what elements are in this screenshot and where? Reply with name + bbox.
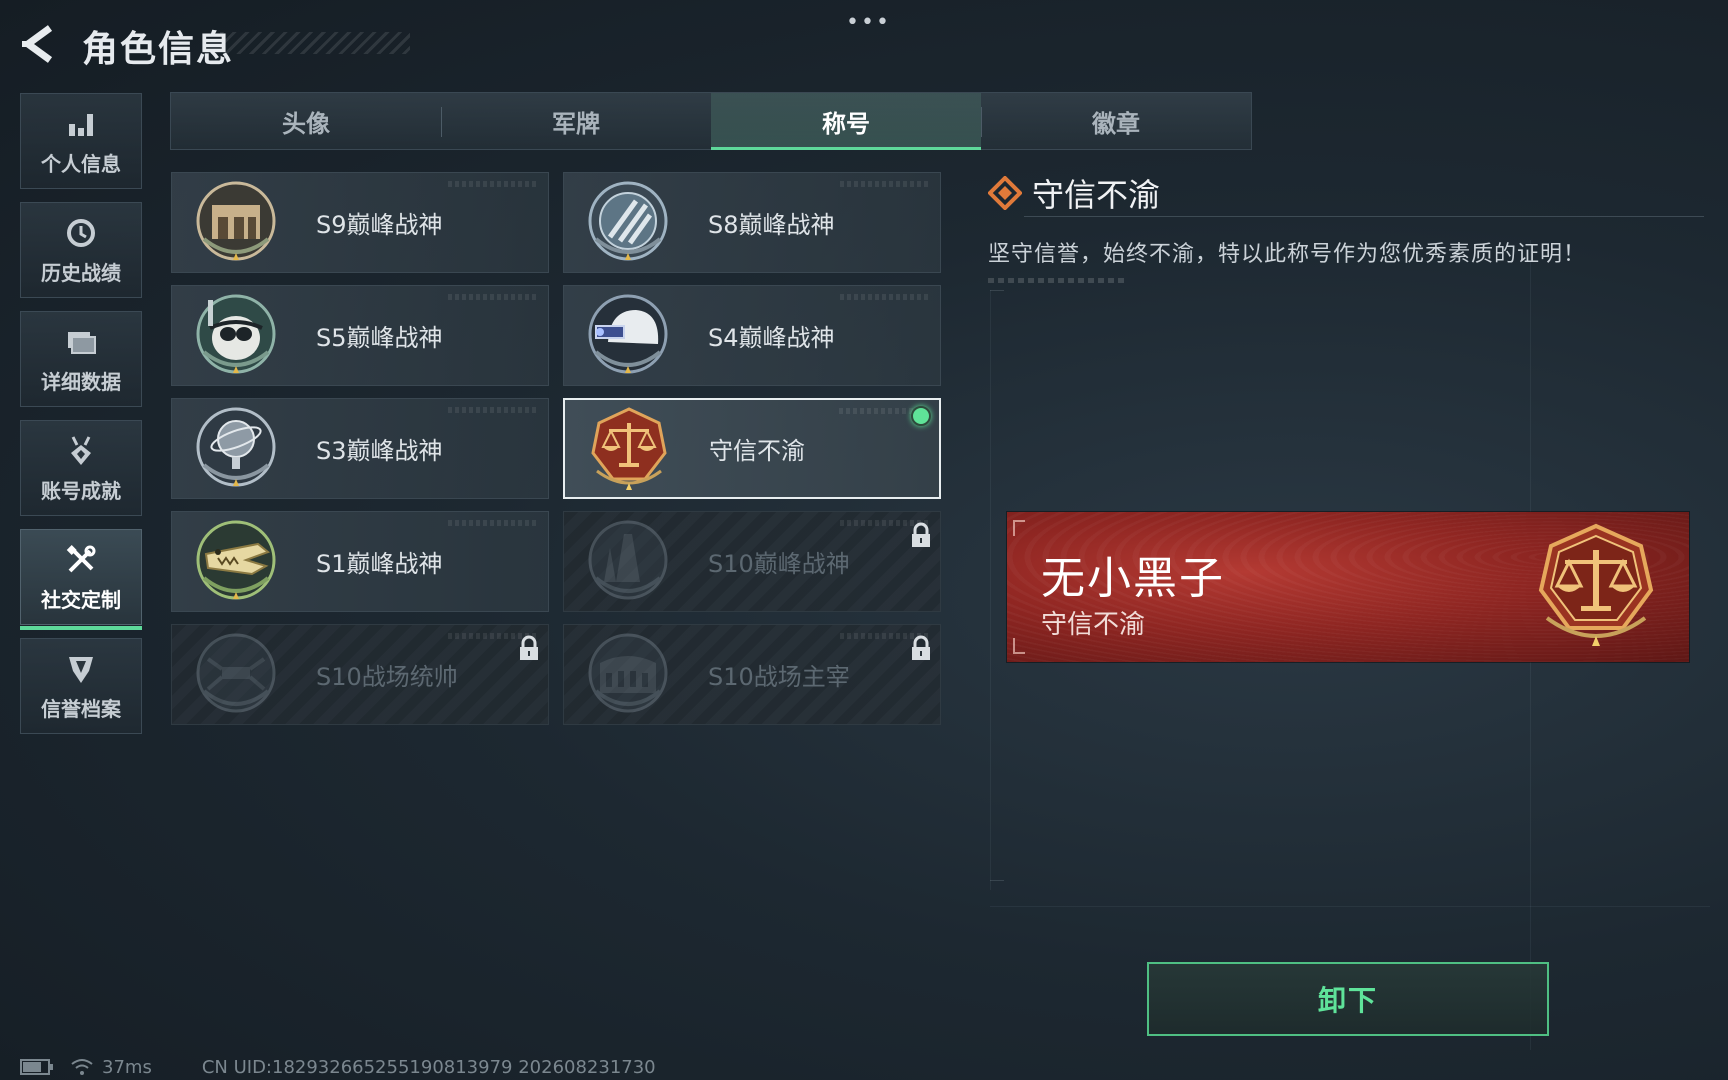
sidebar-item-label: 信誉档案	[41, 696, 121, 721]
ellipsis-icon[interactable]: •••	[846, 10, 891, 35]
wifi-icon	[71, 1059, 93, 1075]
sidebar-item-credit-record[interactable]: 信誉档案	[20, 638, 142, 734]
sidebar-item-detailed-data[interactable]: 详细数据	[20, 311, 142, 407]
diver-skull-emblem-icon	[196, 294, 276, 373]
tower-emblem-icon	[588, 520, 668, 599]
tab-badge[interactable]: 徽章	[981, 93, 1251, 149]
folder-icon	[68, 331, 96, 354]
uid-text: CN UID:1829326652551908139​79 2026082317…	[201, 1056, 656, 1078]
nameplate-preview: 无小黑子 守信不渝	[1007, 512, 1689, 662]
diamond-icon	[988, 176, 1022, 210]
crocodile-emblem-icon	[196, 520, 276, 599]
title-detail-panel: 守信不渝 坚守信誉，始终不渝，特以此称号作为您优秀素质的证明！	[988, 170, 1708, 283]
title-card-locked[interactable]: S10战场主宰	[563, 624, 941, 725]
detail-divider	[1024, 216, 1704, 217]
title-card[interactable]: S8巅峰战神	[563, 172, 941, 273]
medal-icon	[71, 435, 91, 465]
detail-decoration	[988, 278, 1128, 283]
detail-title: 守信不渝	[1032, 176, 1161, 214]
clock-icon	[67, 218, 95, 247]
title-card-locked[interactable]: S10战场统帅	[171, 624, 549, 725]
tab-dogtag[interactable]: 军牌	[441, 93, 711, 149]
title-card-label: S10巅峰战神	[708, 550, 850, 578]
sidebar-item-achievements[interactable]: 账号成就	[20, 420, 142, 516]
page-title: 角色信息	[82, 29, 235, 70]
title-card-label: S5巅峰战神	[316, 324, 443, 352]
back-button[interactable]	[18, 22, 58, 66]
colosseum-emblem-icon	[588, 633, 668, 712]
top-bar: 角色信息 •••	[0, 0, 1728, 90]
sidebar: 个人信息 历史战绩 详细数据 账号成就 社交定制 信誉档案	[20, 93, 144, 747]
title-card[interactable]: S4巅峰战神	[563, 285, 941, 386]
title-card-label: S10战场统帅	[316, 663, 458, 691]
globe-emblem-icon	[196, 407, 276, 486]
title-card-label: S4巅峰战神	[708, 324, 835, 352]
title-card-label: S9巅峰战神	[316, 211, 443, 239]
sidebar-item-personal-info[interactable]: 个人信息	[20, 93, 142, 189]
title-card-locked[interactable]: S10巅峰战神	[563, 511, 941, 612]
bg-line	[990, 290, 991, 890]
title-decoration	[220, 32, 410, 54]
drone-emblem-icon	[196, 633, 276, 712]
status-footer: 37ms CN UID:1829326652551908139​79 20260…	[20, 1056, 656, 1078]
nameplate-corner	[1013, 638, 1025, 654]
shield-icon	[69, 656, 93, 683]
title-card-label: S8巅峰战神	[708, 211, 835, 239]
bg-line	[990, 906, 1710, 907]
battery-icon	[20, 1059, 53, 1075]
lock-icon	[912, 522, 930, 547]
tab-avatar[interactable]: 头像	[171, 93, 441, 149]
title-card-label: S10战场主宰	[708, 663, 850, 691]
game-screen: 角色信息 ••• 个人信息 历史战绩 详细数据 账号成就 社交定制 信誉档案 头…	[0, 0, 1728, 1080]
back-arrow-icon	[22, 25, 53, 63]
tab-title[interactable]: 称号	[711, 93, 981, 150]
scales-emblem-icon	[1538, 523, 1654, 646]
bar-chart-icon	[69, 113, 93, 136]
sidebar-item-social-customization[interactable]: 社交定制	[20, 529, 142, 630]
title-grid: S9巅峰战神 S8巅峰战神 S5巅峰战神 S4巅峰战神 S3巅峰战神 守信不渝 …	[171, 172, 941, 725]
title-card-label: 守信不渝	[709, 437, 805, 465]
title-card-selected[interactable]: 守信不渝	[563, 398, 941, 499]
detail-description: 坚守信誉，始终不渝，特以此称号作为您优秀素质的证明！	[988, 242, 1587, 267]
lock-icon	[912, 635, 930, 660]
night-vision-helmet-emblem-icon	[588, 294, 668, 373]
title-card[interactable]: S9巅峰战神	[171, 172, 549, 273]
lock-icon	[520, 635, 538, 660]
title-card-label: S3巅峰战神	[316, 437, 443, 465]
title-card-label: S1巅峰战神	[316, 550, 443, 578]
title-card[interactable]: S1巅峰战神	[171, 511, 549, 612]
detail-header: 守信不渝	[988, 170, 1708, 216]
sidebar-item-label: 历史战绩	[41, 260, 121, 285]
scales-emblem-icon	[591, 406, 667, 490]
ping-value: 37ms	[102, 1056, 152, 1078]
equipped-indicator-dot	[911, 406, 931, 426]
sidebar-item-label: 社交定制	[41, 587, 121, 612]
player-name: 无小黑子	[1041, 553, 1225, 604]
tools-icon	[66, 544, 96, 572]
sidebar-item-label: 详细数据	[41, 369, 121, 394]
nameplate-corner	[1013, 520, 1025, 536]
frame-corner	[990, 290, 1004, 291]
unequip-button[interactable]: 卸下	[1147, 962, 1549, 1036]
sidebar-item-history[interactable]: 历史战绩	[20, 202, 142, 298]
title-card[interactable]: S3巅峰战神	[171, 398, 549, 499]
frame-corner	[990, 880, 1004, 881]
sidebar-item-label: 账号成就	[41, 478, 121, 503]
title-card[interactable]: S5巅峰战神	[171, 285, 549, 386]
nameplate-title: 守信不渝	[1041, 610, 1146, 640]
fortress-emblem-icon	[196, 181, 276, 260]
sidebar-item-label: 个人信息	[41, 151, 121, 176]
striped-emblem-icon	[588, 181, 668, 260]
tab-bar: 头像 军牌 称号 徽章	[170, 92, 1252, 150]
unequip-button-label: 卸下	[1317, 984, 1378, 1017]
